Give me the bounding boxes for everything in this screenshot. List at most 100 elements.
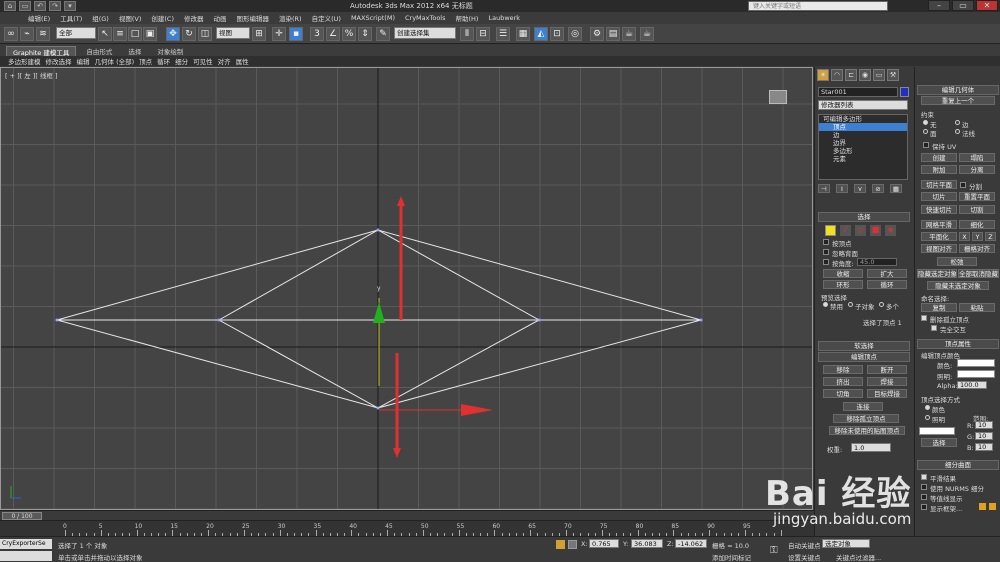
align-icon[interactable]: ⊟ xyxy=(476,27,490,41)
left-viewport[interactable]: y [ + ][ 左 ][ 线框 ] xyxy=(0,67,813,510)
attach-button[interactable]: 附加 xyxy=(921,165,957,174)
keyboard-shortcut-icon[interactable]: ▪ xyxy=(289,27,303,41)
create-button[interactable]: 创建 xyxy=(921,153,957,162)
connect-button[interactable]: 连接 xyxy=(843,402,883,411)
menu-help[interactable]: 帮助(H) xyxy=(456,13,479,23)
redo-icon[interactable]: ↷ xyxy=(49,1,61,11)
render-setup-icon[interactable]: ⚙ xyxy=(590,27,604,41)
link-icon[interactable]: ∞ xyxy=(4,27,18,41)
hierarchy-tab-icon[interactable]: ⊏ xyxy=(845,69,857,81)
select-by-color-radio[interactable] xyxy=(925,405,930,410)
soft-selection-rollout-header[interactable]: 软选择 xyxy=(818,341,910,351)
graphite-toggle-icon[interactable]: ▦ xyxy=(516,27,530,41)
ribbon-loops[interactable]: 循环 xyxy=(157,56,170,66)
time-slider[interactable]: 0 / 100 xyxy=(0,510,814,520)
select-by-illum-radio[interactable] xyxy=(925,415,930,420)
viewport-canvas[interactable]: y xyxy=(1,68,813,510)
menu-graph-editors[interactable]: 图形编辑器 xyxy=(237,13,270,23)
maxscript-listener[interactable]: CryExporterSe xyxy=(0,539,52,549)
paste-button[interactable]: 粘贴 xyxy=(959,303,995,312)
object-color-swatch[interactable] xyxy=(900,87,909,97)
x-coord-field[interactable]: 0.765 xyxy=(589,539,619,548)
edit-named-sel-icon[interactable]: ✎ xyxy=(376,27,390,41)
ribbon-visibility[interactable]: 可见性 xyxy=(193,56,213,66)
menu-crymaxtools[interactable]: CryMaxTools xyxy=(405,14,446,22)
ribbon-edit[interactable]: 编辑 xyxy=(77,56,90,66)
undo-icon[interactable]: ↶ xyxy=(34,1,46,11)
pin-stack-icon[interactable]: ⊣ xyxy=(818,184,830,193)
view-align-button[interactable]: 视图对齐 xyxy=(921,244,957,253)
angle-spinner[interactable]: 45.0 xyxy=(857,258,897,266)
viewport-label[interactable]: [ + ][ 左 ][ 线框 ] xyxy=(5,70,58,80)
named-selection-dropdown[interactable]: 创建选择集 xyxy=(394,27,456,39)
menu-animation[interactable]: 动画 xyxy=(214,13,227,23)
hide-unselected-button[interactable]: 隐藏未选定对象 xyxy=(927,281,989,290)
stack-item-element[interactable]: 元素 xyxy=(819,155,907,163)
shrink-button[interactable]: 收缩 xyxy=(823,269,863,278)
range-g-spinner[interactable]: 10 xyxy=(975,432,993,440)
constraint-normal-radio[interactable] xyxy=(955,129,960,134)
menu-laubwerk[interactable]: Laubwerk xyxy=(488,14,520,22)
ribbon-subdivision[interactable]: 细分 xyxy=(175,56,188,66)
snap-3-icon[interactable]: 3 xyxy=(310,27,324,41)
illumination-swatch[interactable] xyxy=(957,370,995,378)
menu-tools[interactable]: 工具(T) xyxy=(60,13,82,23)
material-editor-icon[interactable]: ◎ xyxy=(568,27,582,41)
close-button[interactable]: ✕ xyxy=(976,0,998,11)
move-icon[interactable]: ✥ xyxy=(166,27,180,41)
curve-editor-icon[interactable]: ◭ xyxy=(534,27,548,41)
ref-coord-dropdown[interactable]: 视图 xyxy=(216,27,250,39)
copy-button[interactable]: 复制 xyxy=(921,303,957,312)
z-coord-field[interactable]: -14.062 xyxy=(675,539,707,548)
preview-multi-radio[interactable] xyxy=(879,302,884,307)
range-b-spinner[interactable]: 10 xyxy=(975,443,993,451)
menu-customize[interactable]: 自定义(U) xyxy=(312,13,341,23)
render-iterative-icon[interactable]: ☕ xyxy=(640,27,654,41)
chamfer-button[interactable]: 切角 xyxy=(823,389,863,398)
split-checkbox[interactable] xyxy=(960,182,966,188)
ignore-backface-checkbox[interactable] xyxy=(823,249,829,255)
weld-button[interactable]: 焊接 xyxy=(867,377,907,386)
mirror-icon[interactable]: ⫴ xyxy=(460,27,474,41)
menu-modifiers[interactable]: 修改器 xyxy=(184,13,204,23)
search-input[interactable]: 键入关键字或短语 xyxy=(748,1,888,11)
select-object-icon[interactable]: ↖ xyxy=(98,27,112,41)
modify-tab-icon[interactable]: ◠ xyxy=(831,69,843,81)
angle-snap-icon[interactable]: ∠ xyxy=(326,27,340,41)
slice-plane-button[interactable]: 切片平面 xyxy=(921,180,957,189)
planarize-z-button[interactable]: Z xyxy=(985,232,996,241)
preserve-uv-checkbox[interactable] xyxy=(923,142,929,148)
select-manipulate-icon[interactable]: ✛ xyxy=(272,27,286,41)
menu-rendering[interactable]: 渲染(R) xyxy=(279,13,302,23)
menu-group[interactable]: 组(G) xyxy=(92,13,109,23)
edit-geometry-header[interactable]: 编辑几何体 xyxy=(917,85,999,95)
select-color-swatch[interactable] xyxy=(919,427,955,435)
weight-spinner[interactable]: 1.0 xyxy=(851,443,891,452)
constraint-none-radio[interactable] xyxy=(923,120,928,125)
delete-isolated-checkbox[interactable] xyxy=(921,315,927,321)
remove-button[interactable]: 移除 xyxy=(823,365,863,374)
full-interactivity-checkbox[interactable] xyxy=(931,325,937,331)
element-mode-icon[interactable]: ◈ xyxy=(885,225,896,236)
tessellate-button[interactable]: 细化 xyxy=(959,220,995,229)
constraint-edge-radio[interactable] xyxy=(955,120,960,125)
menu-maxscript[interactable]: MAXScript(M) xyxy=(351,14,395,22)
remove-unused-map-button[interactable]: 移除未使用的贴图顶点 xyxy=(829,426,905,435)
menu-edit[interactable]: 编辑(E) xyxy=(28,13,50,23)
create-tab-icon[interactable]: ✶ xyxy=(817,69,829,81)
stack-item-polygon[interactable]: 多边形 xyxy=(819,147,907,155)
new-file-icon[interactable]: ▭ xyxy=(19,1,31,11)
percent-snap-icon[interactable]: % xyxy=(342,27,356,41)
rotate-icon[interactable]: ↻ xyxy=(182,27,196,41)
ribbon-polygon-modeling[interactable]: 多边形建模 xyxy=(8,56,41,66)
select-vertex-color-button[interactable]: 选择 xyxy=(921,438,957,447)
layer-manager-icon[interactable]: ☰ xyxy=(496,27,510,41)
add-time-tag[interactable]: 添加时间标记 xyxy=(712,552,751,562)
polygon-mode-icon[interactable]: ■ xyxy=(870,225,881,236)
planarize-y-button[interactable]: Y xyxy=(972,232,983,241)
schematic-view-icon[interactable]: ⊡ xyxy=(550,27,564,41)
hide-selected-button[interactable]: 隐藏选定对象 xyxy=(917,269,957,278)
track-bar[interactable]: 0 5 10 15 20 25 30 35 40 45 50 55 60 65 70 75 80 85 90 95 xyxy=(0,520,814,536)
bind-space-warp-icon[interactable]: ≋ xyxy=(36,27,50,41)
unlink-icon[interactable]: ⌁ xyxy=(20,27,34,41)
